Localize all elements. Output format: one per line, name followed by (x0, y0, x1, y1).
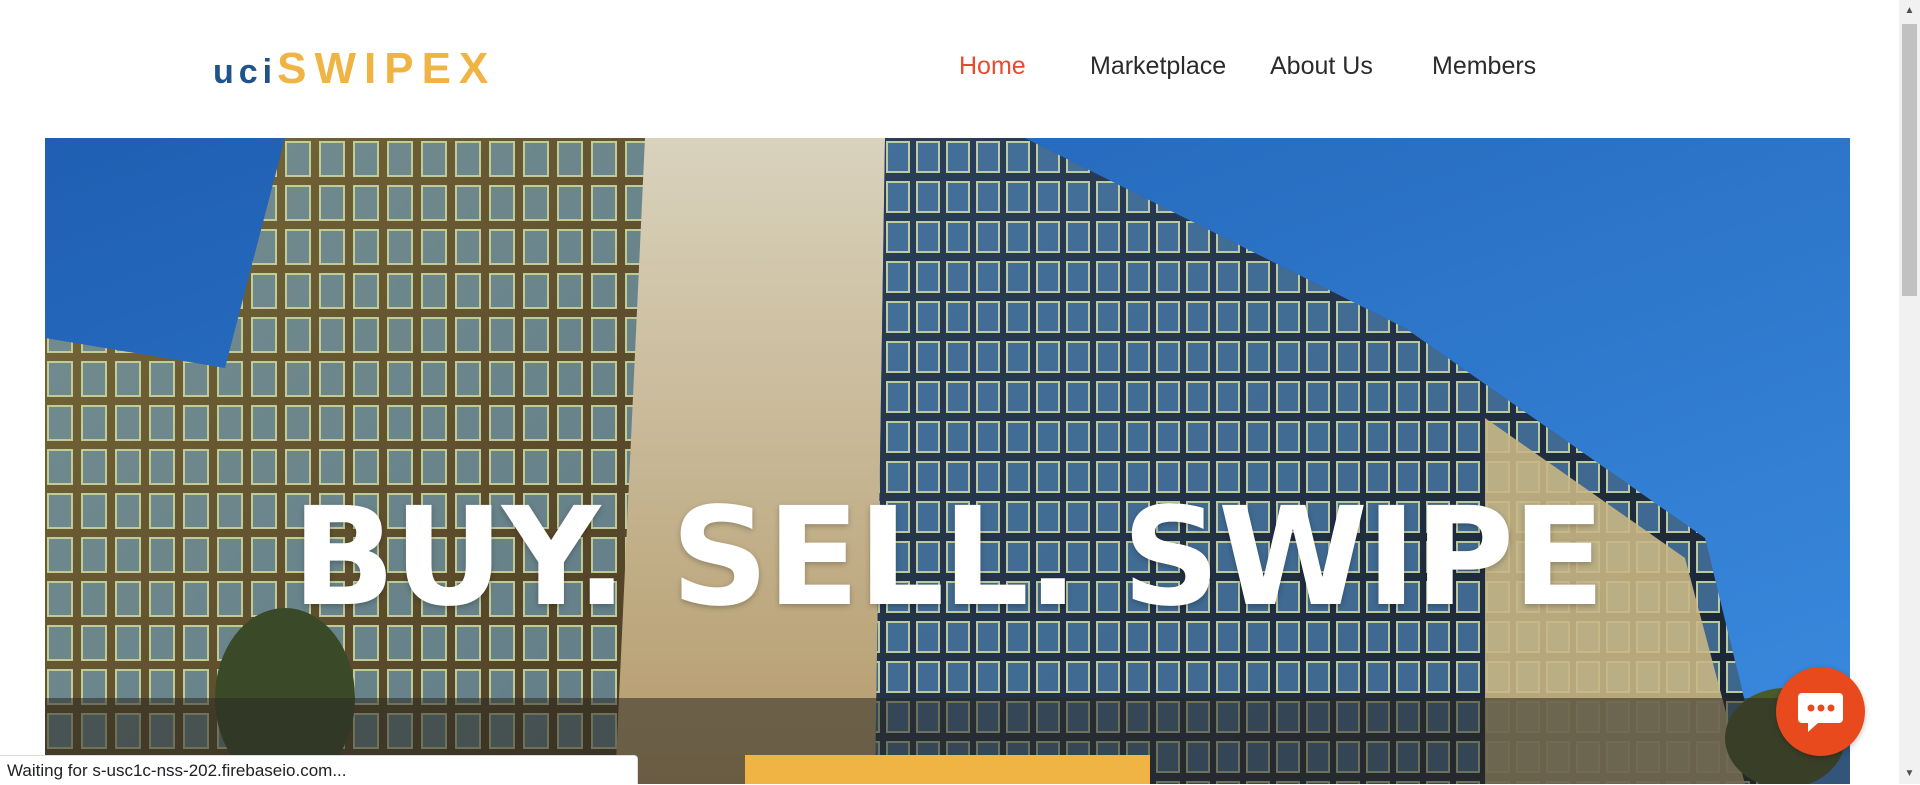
logo-uci-text: uci (213, 53, 278, 91)
hero-building-photo (45, 138, 1850, 784)
scrollbar-thumb[interactable] (1902, 24, 1917, 296)
logo-swipex-text: SWIPEX (277, 44, 497, 93)
page-scrollbar[interactable]: ▲ ▼ (1899, 0, 1920, 784)
chat-button[interactable] (1776, 667, 1865, 756)
scroll-up-arrow-icon[interactable]: ▲ (1899, 0, 1920, 21)
site-logo[interactable]: uciSWIPEX (213, 44, 496, 94)
scroll-down-arrow-icon[interactable]: ▼ (1899, 763, 1920, 784)
hero-cta-button[interactable] (745, 755, 1150, 784)
nav-members[interactable]: Members (1432, 52, 1536, 81)
nav-marketplace[interactable]: Marketplace (1090, 52, 1226, 81)
nav-about-us[interactable]: About Us (1270, 52, 1373, 81)
nav-home[interactable]: Home (959, 52, 1026, 81)
hero-headline: BUY. SELL. SWIPE (291, 479, 1605, 637)
chat-bubble-icon (1798, 693, 1843, 732)
hero-banner: BUY. SELL. SWIPE (45, 138, 1850, 784)
browser-status-bar: Waiting for s-usc1c-nss-202.firebaseio.c… (0, 755, 638, 784)
site-header: uciSWIPEX Home Marketplace About Us Memb… (0, 0, 1920, 138)
